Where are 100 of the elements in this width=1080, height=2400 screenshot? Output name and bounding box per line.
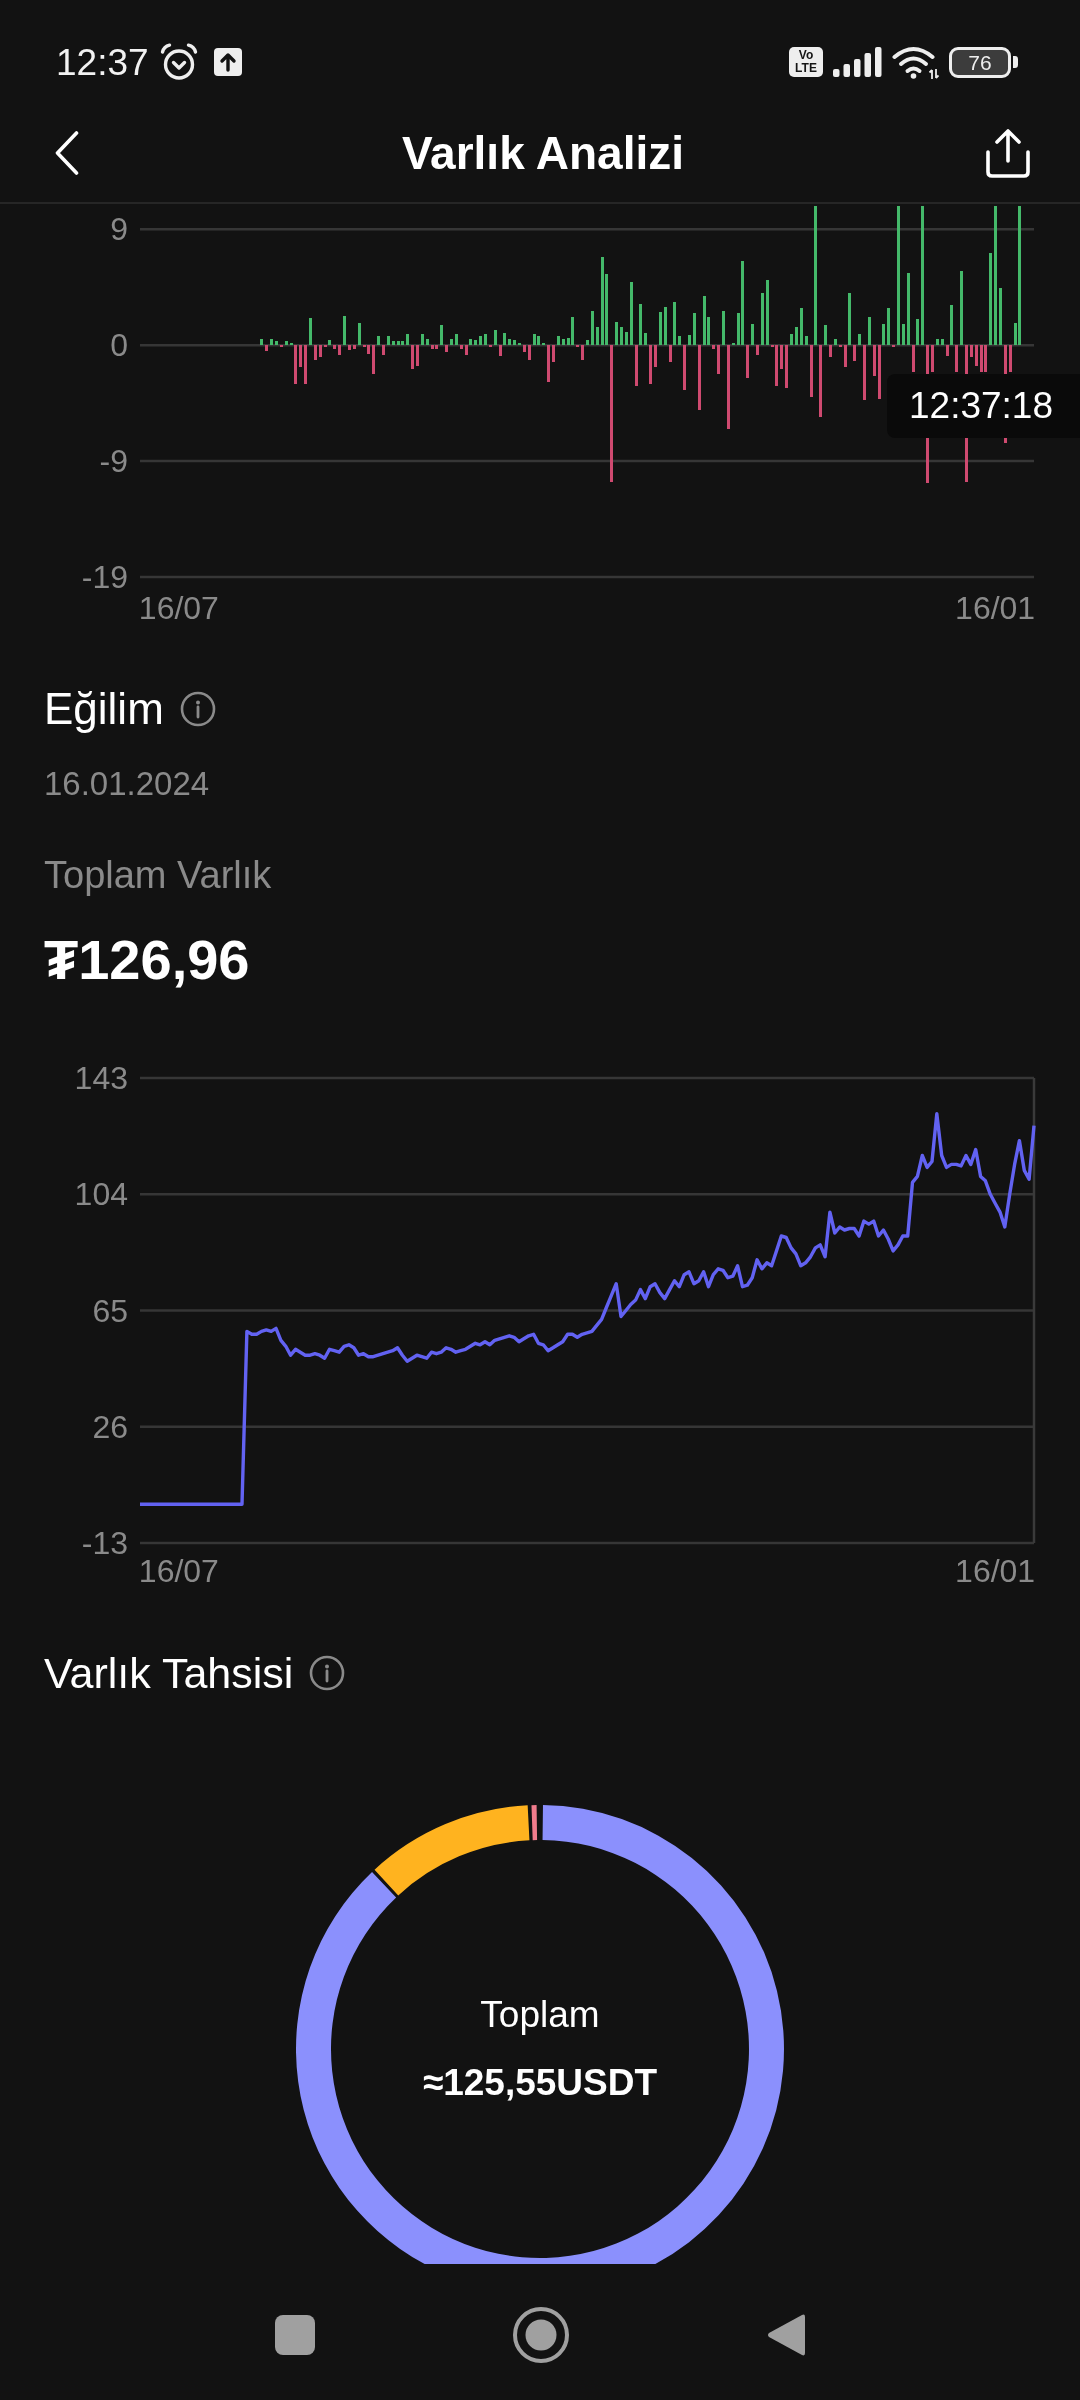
bar xyxy=(805,336,808,345)
bar xyxy=(460,345,463,349)
bar xyxy=(479,336,482,345)
y-axis-label: 104 xyxy=(74,1176,128,1213)
bar xyxy=(309,318,312,345)
bar xyxy=(790,334,793,345)
bar xyxy=(664,307,667,345)
bar xyxy=(902,324,905,345)
y-axis-label: -13 xyxy=(81,1525,128,1561)
bar xyxy=(508,339,511,345)
bar xyxy=(819,345,822,417)
bar xyxy=(285,341,288,345)
bar xyxy=(853,345,856,361)
bar xyxy=(620,327,623,345)
bar xyxy=(858,334,861,345)
bar xyxy=(931,345,934,372)
status-time: 12:37 xyxy=(56,43,149,81)
alarm-clock-icon xyxy=(159,43,198,81)
bar xyxy=(712,345,715,349)
bar xyxy=(387,336,390,345)
bar xyxy=(780,345,783,369)
bar xyxy=(343,316,346,345)
bar xyxy=(528,345,531,360)
upload-icon xyxy=(213,48,242,76)
bar xyxy=(421,334,424,345)
bar xyxy=(678,336,681,345)
bar xyxy=(586,340,589,345)
bar xyxy=(319,345,322,357)
bar xyxy=(868,317,871,345)
bar xyxy=(358,323,361,345)
bar xyxy=(873,345,876,376)
bar xyxy=(693,313,696,345)
back-icon[interactable] xyxy=(55,131,79,175)
y-axis-label: -9 xyxy=(99,443,128,480)
bar xyxy=(474,340,477,345)
y-axis-label: -19 xyxy=(81,559,128,595)
time-tooltip: 12:37:18 xyxy=(887,374,1080,438)
bar xyxy=(863,345,866,400)
bar xyxy=(688,335,691,345)
info-icon[interactable] xyxy=(309,1655,346,1691)
donut-center-value: ≈125,55USDT xyxy=(422,2063,658,2103)
bar xyxy=(392,341,395,345)
bar xyxy=(970,345,973,357)
bar xyxy=(887,308,890,345)
bar xyxy=(426,339,429,345)
bar xyxy=(557,336,560,345)
bar xyxy=(907,273,910,345)
volte-badge: Vo LTE xyxy=(789,47,823,77)
bar xyxy=(494,330,497,345)
bar xyxy=(348,345,351,350)
y-axis-label: 65 xyxy=(92,1292,128,1329)
bar xyxy=(766,280,769,345)
bar xyxy=(751,324,754,345)
bar xyxy=(795,327,798,345)
home-icon[interactable] xyxy=(513,2306,569,2363)
bar xyxy=(377,336,380,345)
y-axis-label: 9 xyxy=(110,211,128,248)
bar xyxy=(314,345,317,360)
bar xyxy=(1009,345,1012,372)
bar xyxy=(455,334,458,345)
bar xyxy=(547,345,550,382)
bar xyxy=(644,333,647,345)
wifi-icon xyxy=(892,45,939,79)
bar xyxy=(382,345,385,355)
bar xyxy=(746,345,749,378)
y-axis-label: 143 xyxy=(74,1060,128,1096)
y-axis-label: 26 xyxy=(92,1408,128,1445)
bar xyxy=(591,311,594,345)
bar xyxy=(834,339,837,345)
share-icon[interactable] xyxy=(985,127,1031,179)
bar xyxy=(265,345,268,351)
bar xyxy=(562,339,565,345)
bar xyxy=(445,345,448,352)
total-assets-label: Toplam Varlık xyxy=(44,853,272,897)
bar xyxy=(596,327,599,345)
date-text: 16.01.2024 xyxy=(44,765,210,803)
bar xyxy=(275,341,278,345)
y-axis-label: 0 xyxy=(110,327,128,364)
bar xyxy=(800,308,803,345)
battery-indicator: 76 xyxy=(949,46,1018,78)
bar xyxy=(615,322,618,345)
bar xyxy=(406,334,409,345)
bar xyxy=(659,312,662,345)
bar xyxy=(936,339,939,345)
bar xyxy=(338,345,341,355)
bar xyxy=(299,345,302,367)
info-icon[interactable] xyxy=(179,691,216,727)
section-title: Eğilim xyxy=(44,684,164,734)
donut-center-label: Toplam xyxy=(480,1995,600,2035)
bar xyxy=(450,339,453,345)
bar xyxy=(552,345,555,362)
bar xyxy=(955,345,958,372)
bar xyxy=(829,345,832,357)
recent-apps-icon[interactable] xyxy=(275,2314,315,2355)
bar xyxy=(717,345,720,374)
bar xyxy=(999,288,1002,345)
bar xyxy=(785,345,788,388)
bar xyxy=(654,345,657,367)
bar xyxy=(372,345,375,374)
bar xyxy=(722,311,725,345)
